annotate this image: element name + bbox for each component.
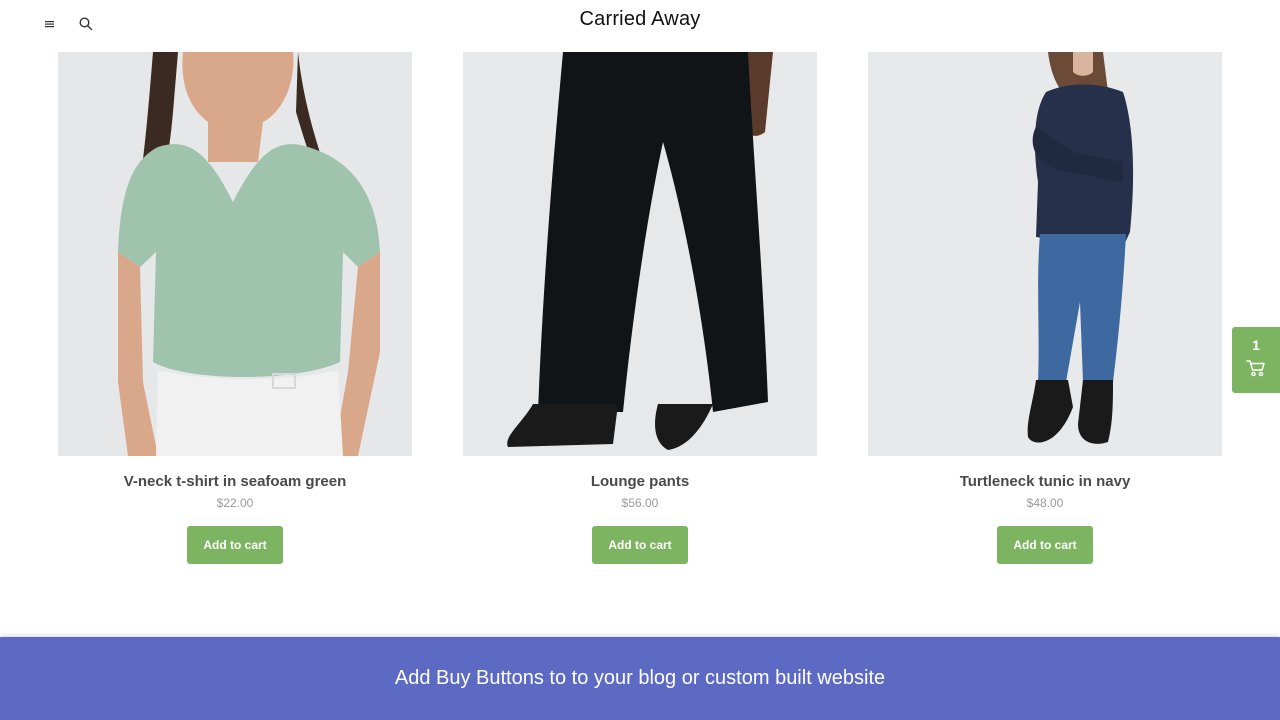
promo-banner-text[interactable]: Add Buy Buttons to to your blog or custo… (0, 667, 1280, 690)
product-title[interactable]: V-neck t-shirt in seafoam green (58, 473, 412, 493)
product-card: V-neck t-shirt in seafoam green $22.00 A… (58, 52, 412, 564)
promo-banner: Add Buy Buttons to to your blog or custo… (0, 637, 1280, 720)
add-to-cart-button[interactable]: Add to cart (592, 526, 688, 564)
cart-count-badge: 1 (1252, 337, 1260, 353)
product-title[interactable]: Lounge pants (463, 473, 817, 493)
product-image[interactable] (868, 52, 1222, 456)
product-card: Turtleneck tunic in navy $48.00 Add to c… (868, 52, 1222, 564)
product-image[interactable] (463, 52, 817, 456)
product-price: $22.00 (216, 496, 254, 510)
product-title[interactable]: Turtleneck tunic in navy (868, 473, 1222, 493)
product-image[interactable] (58, 52, 412, 456)
store-title[interactable]: Carried Away (0, 8, 1280, 31)
add-to-cart-button[interactable]: Add to cart (187, 526, 283, 564)
add-to-cart-button[interactable]: Add to cart (997, 526, 1093, 564)
shopping-cart-icon (1246, 359, 1266, 377)
product-price: $56.00 (621, 496, 659, 510)
product-price: $48.00 (1026, 496, 1064, 510)
cart-toggle-button[interactable]: 1 (1232, 327, 1280, 393)
store-header: Carried Away (0, 0, 1280, 52)
product-card: Lounge pants $56.00 Add to cart (463, 52, 817, 564)
